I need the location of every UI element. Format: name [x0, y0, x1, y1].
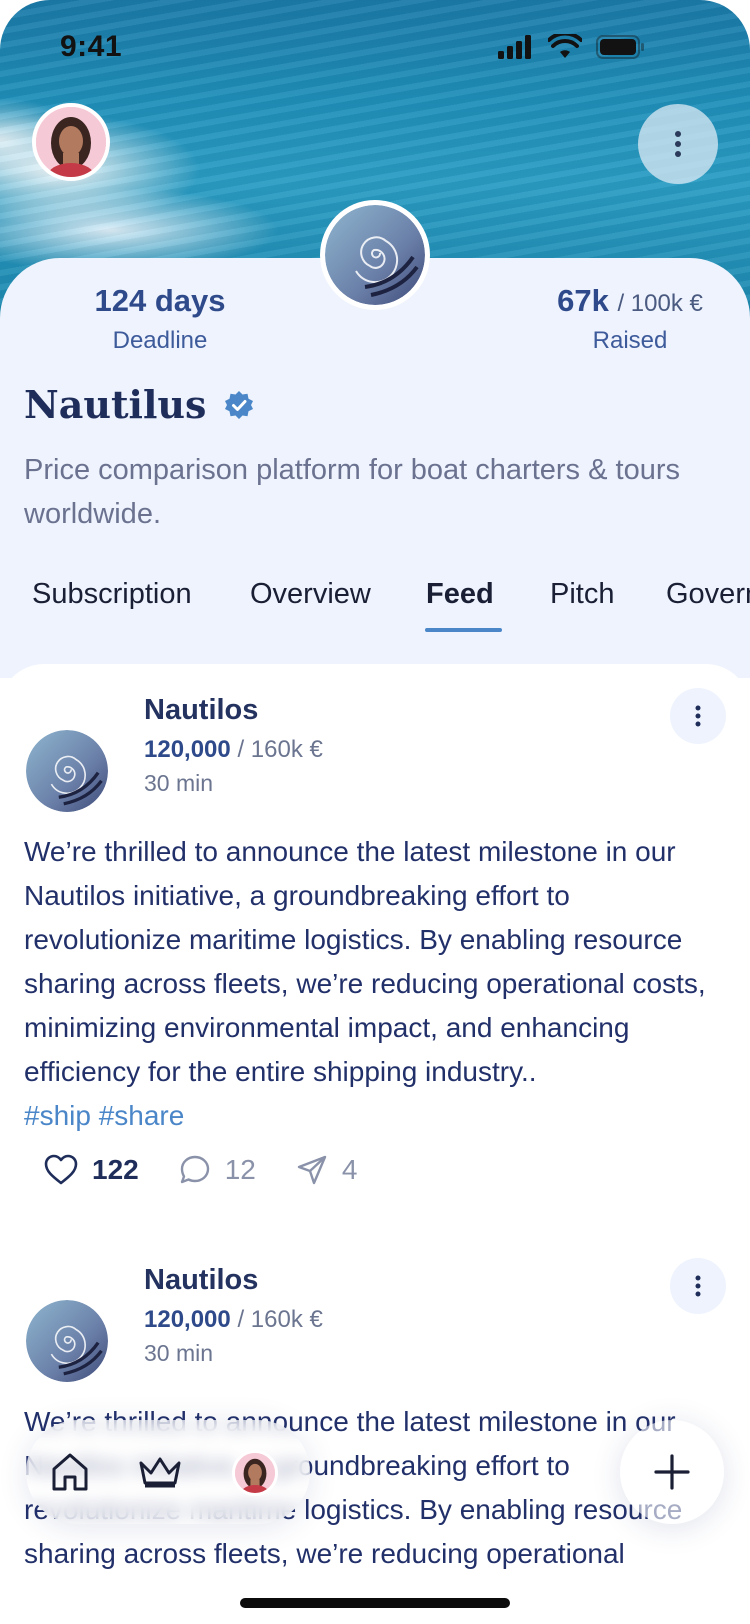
comment-count: 12 — [224, 1154, 256, 1185]
tab-govern[interactable]: Govern — [666, 578, 750, 611]
deadline-value: 124 days — [94, 283, 226, 318]
raised-stat: 67k / 100k € Raised — [520, 283, 740, 355]
post-amount-value: 120,000 — [144, 736, 231, 763]
home-indicator — [240, 1598, 510, 1608]
raised-total: / 100k € — [617, 290, 703, 317]
share-button[interactable]: 4 — [296, 1154, 358, 1186]
post-amount-total: / 160k € — [237, 1306, 323, 1333]
post-more-button[interactable] — [670, 1258, 726, 1314]
bottom-navigation — [26, 1420, 310, 1524]
share-count: 4 — [341, 1154, 358, 1185]
project-logo — [320, 200, 430, 310]
status-icons — [498, 34, 646, 60]
deadline-stat: 124 days Deadline — [60, 283, 260, 355]
like-count: 122 — [92, 1154, 139, 1185]
post-text: We’re thrilled to announce the latest mi… — [24, 836, 706, 1087]
comment-icon — [180, 1155, 209, 1184]
comment-button[interactable]: 12 — [179, 1154, 256, 1186]
tab-pitch[interactable]: Pitch — [550, 578, 614, 611]
raised-label: Raised — [592, 327, 668, 354]
post-author-name[interactable]: Nautilos — [144, 1264, 258, 1297]
verified-badge-icon — [225, 390, 254, 419]
status-time: 9:41 — [60, 30, 123, 63]
tab-overview[interactable]: Overview — [250, 578, 371, 611]
nautilus-shell-icon — [26, 1300, 108, 1382]
post-amount-total: / 160k € — [237, 736, 323, 763]
send-icon — [297, 1155, 327, 1185]
post-author-name[interactable]: Nautilos — [144, 694, 258, 727]
crown-icon — [139, 1457, 181, 1488]
nav-crown[interactable] — [130, 1442, 190, 1502]
header-more-button[interactable] — [638, 104, 718, 184]
raised-value: 67k — [557, 283, 609, 318]
post-time: 30 min — [144, 770, 214, 796]
project-name: Nautilus — [24, 382, 207, 427]
tab-subscription[interactable]: Subscription — [32, 578, 192, 611]
post-author-avatar[interactable] — [26, 1300, 108, 1382]
more-vertical-icon — [695, 1275, 701, 1297]
post-author-avatar[interactable] — [26, 730, 108, 812]
nautilus-shell-icon — [26, 730, 108, 812]
post-time: 30 min — [144, 1340, 214, 1366]
add-post-button[interactable] — [620, 1420, 724, 1524]
nautilus-shell-icon — [325, 205, 425, 305]
battery-icon — [596, 35, 644, 59]
heart-icon — [44, 1154, 78, 1185]
person-avatar-icon — [235, 1453, 275, 1493]
post-amount-value: 120,000 — [144, 1306, 231, 1333]
nav-home[interactable] — [40, 1442, 100, 1502]
deadline-label: Deadline — [112, 327, 208, 354]
home-icon — [52, 1453, 88, 1491]
wifi-icon — [548, 34, 582, 58]
post-hashtags[interactable]: #ship #share — [24, 1100, 184, 1131]
tab-feed[interactable]: Feed — [426, 578, 494, 611]
more-vertical-icon — [695, 705, 701, 727]
user-avatar[interactable] — [32, 103, 110, 181]
project-title: Nautilus — [24, 382, 254, 427]
post-body: We’re thrilled to announce the latest mi… — [24, 830, 730, 1138]
active-tab-indicator — [425, 628, 502, 632]
post-actions: 122 12 4 — [44, 1154, 397, 1186]
cellular-signal-icon — [498, 35, 531, 59]
person-avatar-icon — [36, 107, 106, 177]
more-vertical-icon — [675, 131, 681, 157]
nav-profile-avatar[interactable] — [232, 1450, 278, 1496]
post-amount: 120,000 / 160k € — [144, 1306, 323, 1334]
post-more-button[interactable] — [670, 688, 726, 744]
project-description: Price comparison platform for boat chart… — [24, 454, 680, 530]
post-amount: 120,000 / 160k € — [144, 736, 323, 764]
status-bar: 9:41 — [0, 0, 750, 100]
plus-icon — [654, 1454, 690, 1490]
app-screen: 9:41 124 days Deadline 67k / 100k € Rais… — [0, 0, 750, 1624]
project-tabs: Subscription Overview Feed Pitch Govern — [0, 578, 750, 638]
like-button[interactable]: 122 — [44, 1154, 139, 1186]
